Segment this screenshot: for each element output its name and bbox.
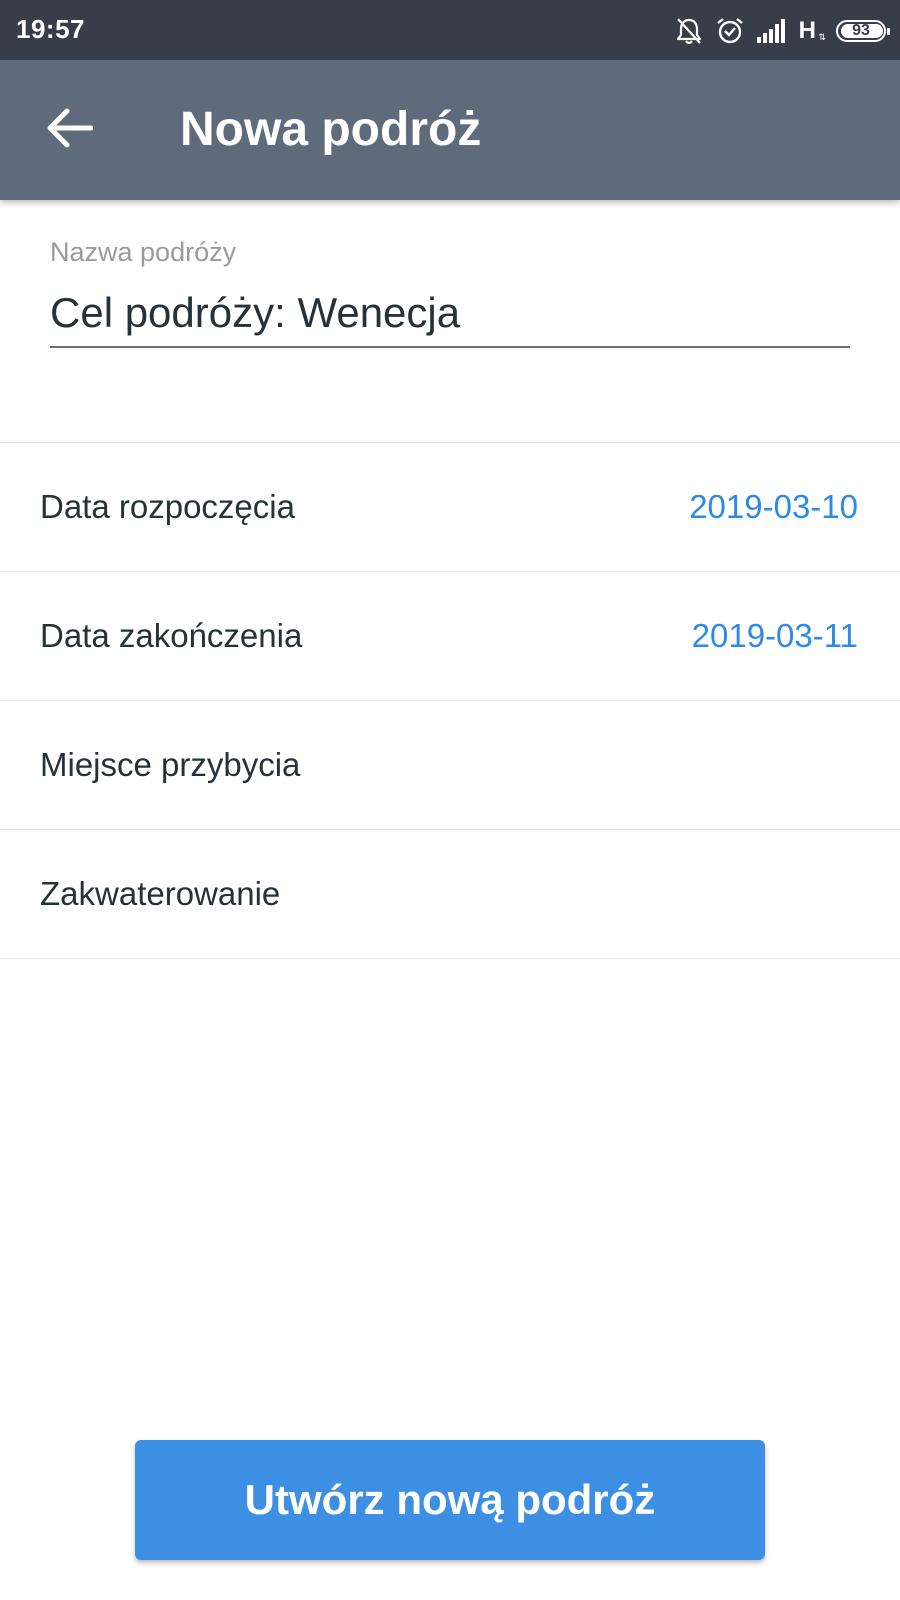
data-arrows-icon: ⇅ [818, 32, 826, 42]
battery-level-text: 93 [852, 22, 870, 39]
network-type: H ⇅ [798, 17, 826, 45]
start-date-row[interactable]: Data rozpoczęcia 2019-03-10 [0, 443, 900, 572]
end-date-label: Data zakończenia [40, 617, 303, 654]
status-time: 19:57 [16, 14, 85, 44]
arrival-place-row[interactable]: Miejsce przybycia [0, 701, 900, 830]
notifications-off-icon [675, 16, 703, 46]
accommodation-label: Zakwaterowanie [40, 875, 281, 912]
trip-name-field: Nazwa podróży [50, 234, 850, 348]
trip-name-label: Nazwa podróży [50, 237, 237, 267]
accommodation-row[interactable]: Zakwaterowanie [0, 830, 900, 959]
app-bar: Nowa podróż [0, 60, 900, 200]
create-trip-button[interactable]: Utwórz nową podróż [135, 1440, 765, 1560]
start-date-value[interactable]: 2019-03-10 [689, 443, 858, 571]
trip-name-input[interactable] [50, 290, 850, 348]
end-date-row[interactable]: Data zakończenia 2019-03-11 [0, 572, 900, 701]
back-button[interactable] [40, 100, 100, 160]
alarm-icon [715, 16, 745, 46]
signal-icon [756, 19, 791, 43]
end-date-value[interactable]: 2019-03-11 [692, 572, 858, 700]
network-type-label: H [798, 17, 816, 44]
status-bar: 19:57 H ⇅ 93 [0, 0, 900, 60]
trip-details-list: Data rozpoczęcia 2019-03-10 Data zakończ… [0, 442, 900, 959]
arrival-place-label: Miejsce przybycia [40, 746, 301, 783]
battery-icon: 93 [836, 20, 890, 42]
start-date-label: Data rozpoczęcia [40, 488, 295, 525]
page-title: Nowa podróż [180, 103, 482, 156]
status-icons: H ⇅ 93 [675, 14, 890, 48]
screen: 19:57 H ⇅ 93 Nowa podróż Nazwa podróży C… [0, 0, 900, 1600]
arrow-back-icon [47, 108, 94, 153]
